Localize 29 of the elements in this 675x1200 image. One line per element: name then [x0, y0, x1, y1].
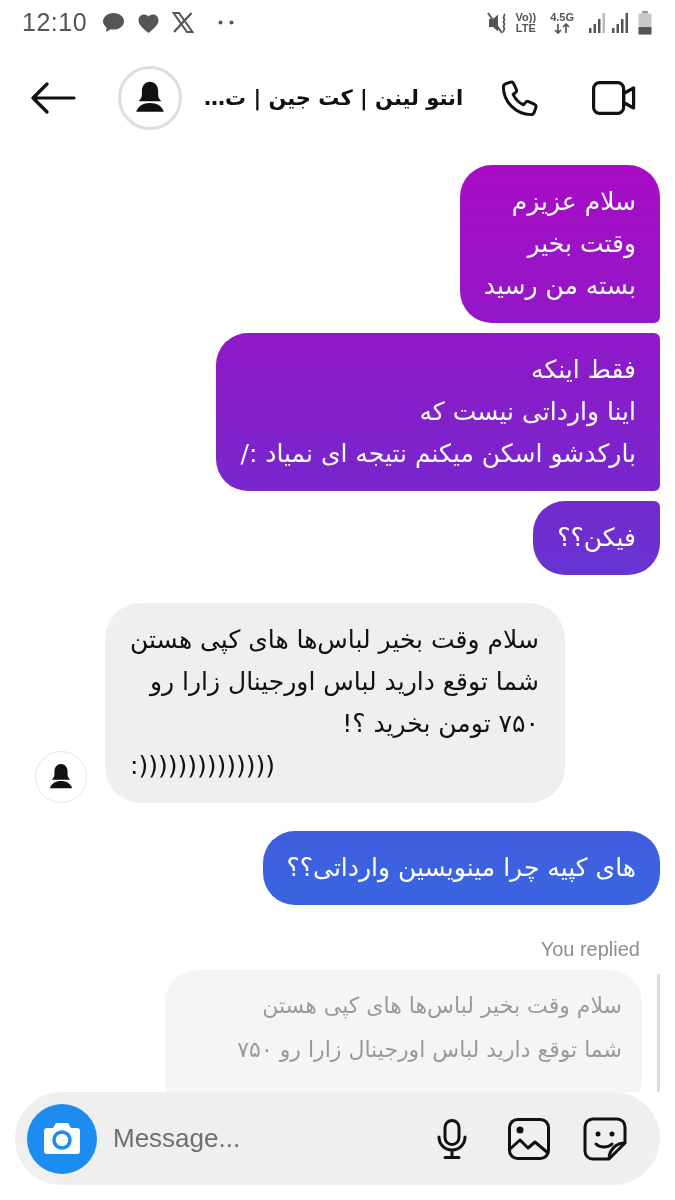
chat-bubble-icon: [102, 12, 126, 33]
message-input[interactable]: Message...: [113, 1118, 436, 1159]
camera-icon: [43, 1122, 81, 1155]
sent-message-bubble: سلام عزیزم وقتت بخیر بسته من رسید: [459, 165, 660, 323]
volte-label: LTE: [515, 22, 536, 34]
signal-icon: [589, 12, 606, 33]
sticker-icon[interactable]: [583, 1116, 627, 1161]
sent-message-bubble: فقط اینکه اینا وارداتی نیست که بارکدشو اسکن میکنم نتیجه ای نمیاد :/: [216, 333, 660, 491]
data-arrows-icon: [554, 22, 571, 34]
chat-title[interactable]: انتو لینن | کت جین | ت…: [204, 85, 464, 110]
volte-label: Vo)): [515, 11, 537, 23]
image-icon[interactable]: [508, 1117, 550, 1160]
heart-icon: [137, 12, 161, 33]
sent-message-bubble: فیکن؟؟: [533, 501, 660, 575]
received-message-bubble: سلام وقت بخیر لباس‌ها های کپی هستن شما توقع دارید لباس اورجینال زارا رو ۷۵۰ تومن بخرید ؟! :)))))))))))))): [105, 603, 565, 803]
battery-icon: [638, 10, 652, 35]
signal-icon: [612, 12, 629, 33]
more-dots-icon: [218, 20, 235, 25]
x-logo-icon: [172, 12, 195, 33]
reply-label: You replied: [540, 938, 640, 961]
microphone-icon[interactable]: [436, 1118, 468, 1159]
network-type-label: 4.5G: [550, 11, 574, 23]
back-arrow-icon[interactable]: [30, 81, 76, 114]
camera-button[interactable]: [27, 1103, 97, 1174]
sent-message-bubble: های کپیه چرا مینویسین وارداتی؟؟: [262, 831, 660, 905]
sender-avatar: [35, 751, 87, 803]
clock-time: 12:10: [22, 8, 88, 37]
video-camera-icon[interactable]: [592, 80, 637, 115]
replied-message-preview: سلام وقت بخیر لباس‌ها های کپی هستن شما توقع دارید لباس اورجینال زارا رو ۷۵۰: [165, 970, 642, 1092]
